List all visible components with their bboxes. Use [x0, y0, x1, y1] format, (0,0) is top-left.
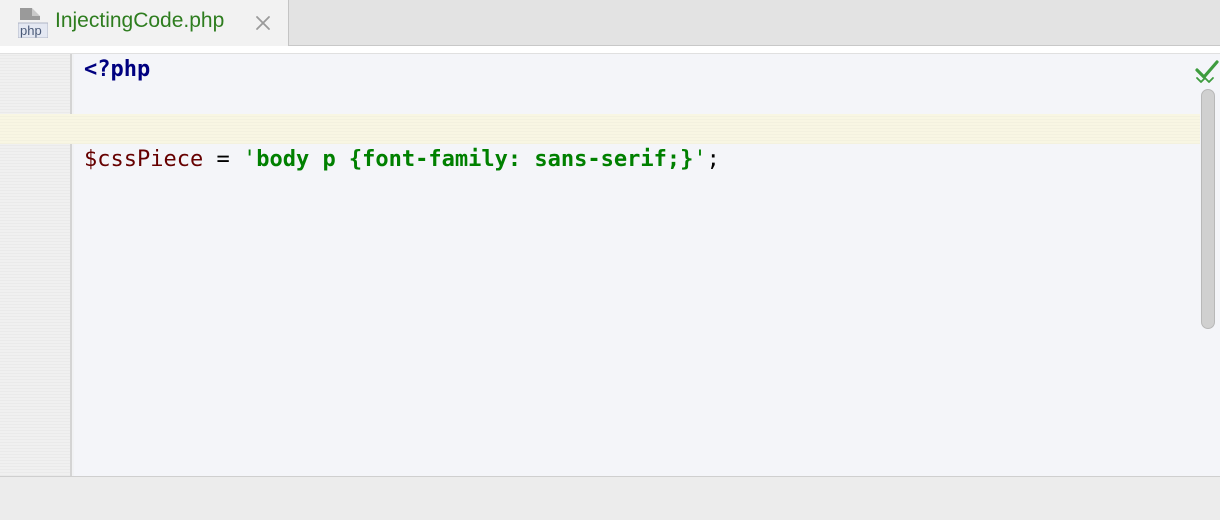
code-line-1[interactable]: <?php: [84, 55, 150, 85]
status-bar: [0, 476, 1220, 520]
injected-css-string[interactable]: body p {font-family: sans-serif;}: [256, 147, 693, 172]
string-quote-close: ': [693, 147, 707, 172]
statement-terminator: ;: [706, 147, 720, 172]
editor-tab-bar: php InjectingCode.php: [0, 0, 1220, 46]
php-icon-label: php: [20, 23, 42, 38]
vertical-scrollbar[interactable]: [1201, 89, 1215, 329]
close-icon[interactable]: [253, 13, 273, 33]
php-file-icon: php: [17, 6, 49, 39]
tab-injectingcode-php[interactable]: php InjectingCode.php: [0, 0, 289, 46]
code-line-3[interactable]: $cssPiece = 'body p {font-family: sans-s…: [84, 145, 720, 175]
caret-row-highlight: [0, 114, 1200, 144]
check-icon[interactable]: [1194, 58, 1220, 84]
php-open-tag: <?php: [84, 57, 151, 82]
string-quote-open: ': [242, 147, 257, 172]
code-variable: $cssPiece: [84, 147, 204, 172]
tab-filename: InjectingCode.php: [55, 9, 225, 32]
tab-separator: [0, 46, 1220, 54]
code-operator: =: [203, 147, 243, 172]
